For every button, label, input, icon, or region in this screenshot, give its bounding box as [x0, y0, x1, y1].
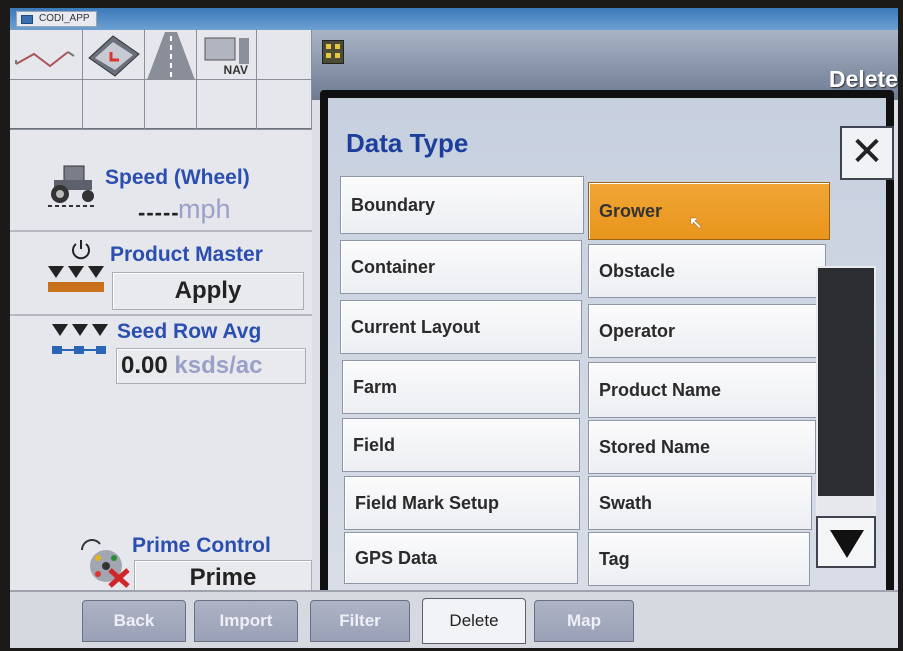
section-divider [10, 314, 312, 316]
monitor-tool-button[interactable] [83, 30, 145, 80]
apply-button[interactable]: Apply [112, 272, 304, 310]
seed-row-value-box: 0.00 ksds/ac [116, 348, 306, 384]
data-type-field[interactable]: Field [342, 418, 580, 472]
boundary-icon [15, 51, 75, 68]
data-type-dialog: Data Type ✕ Boundary Container Current L… [320, 90, 894, 598]
data-type-product-name[interactable]: Product Name [588, 362, 818, 418]
speed-value: ----- [138, 200, 180, 225]
cursor-icon: ↖ [689, 215, 703, 232]
prime-control-label: Prime Control [132, 534, 271, 557]
empty-tool-slot[interactable] [10, 80, 83, 130]
empty-tool-slot[interactable] [83, 80, 145, 130]
window-icon [21, 15, 33, 24]
seed-row-unit: ksds/ac [174, 352, 263, 379]
data-type-grower-label: Grower [599, 200, 663, 221]
prime-icon [81, 539, 130, 588]
section-divider [10, 230, 312, 232]
close-button[interactable]: ✕ [840, 126, 894, 180]
data-type-farm[interactable]: Farm [342, 360, 580, 414]
data-type-tag[interactable]: Tag [588, 532, 810, 586]
data-type-stored-name[interactable]: Stored Name [588, 420, 816, 474]
tab-delete[interactable]: Delete [422, 598, 526, 644]
road-icon [147, 32, 195, 80]
window-titlebar: CODI_APP [10, 8, 898, 30]
tractor-icon [48, 165, 96, 207]
tab-back[interactable]: Back [82, 600, 186, 642]
data-type-obstacle[interactable]: Obstacle [588, 244, 826, 298]
dialog-body: Data Type ✕ Boundary Container Current L… [328, 98, 894, 590]
app-title: CODI_APP [39, 13, 90, 24]
empty-tool-slot[interactable] [197, 80, 257, 130]
scrollbar-gap [818, 496, 874, 516]
seed-row-label: Seed Row Avg [117, 320, 262, 343]
empty-tool-slot[interactable] [145, 80, 197, 130]
data-type-container[interactable]: Container [340, 240, 582, 294]
seed-meter-icon [48, 266, 104, 292]
tab-filter[interactable]: Filter [310, 600, 410, 642]
empty-tool-slot[interactable] [257, 80, 312, 130]
product-master-label: Product Master [110, 243, 263, 266]
nav-tool-button[interactable]: NAV [197, 30, 257, 80]
scroll-down-icon [830, 530, 864, 558]
data-type-grower[interactable]: Grower ↖ [588, 182, 830, 240]
app-title-tab: CODI_APP [16, 11, 97, 27]
data-type-current-layout[interactable]: Current Layout [340, 300, 582, 354]
tool-grid: NAV [10, 30, 312, 130]
page-icon [322, 40, 344, 64]
scroll-down-button[interactable] [816, 516, 876, 568]
data-type-field-mark-setup[interactable]: Field Mark Setup [344, 476, 580, 530]
tab-map[interactable]: Map [534, 600, 634, 642]
nav-label: NAV [223, 63, 248, 77]
left-status-panel: NAV Speed (Wheel) ----- mph Product Mast… [10, 30, 312, 596]
seed-row-value: 0.00 [121, 352, 168, 379]
display-icon [88, 35, 140, 77]
empty-tool-slot[interactable] [257, 30, 312, 80]
data-type-swath[interactable]: Swath [588, 476, 812, 530]
row-unit-icon [52, 324, 108, 354]
page-title: Delete [828, 66, 898, 92]
bottom-tab-bar: Back Import Filter Delete Map [10, 590, 898, 648]
device-screen: CODI_APP NAV Speed (Wheel) ----- mph Pro… [10, 8, 898, 648]
speed-unit: mph [178, 194, 231, 224]
guidance-tool-button[interactable] [145, 30, 197, 80]
speed-label: Speed (Wheel) [105, 166, 250, 189]
power-icon [72, 240, 90, 260]
data-type-boundary[interactable]: Boundary [340, 176, 584, 234]
dialog-title: Data Type [346, 128, 469, 158]
boundary-tool-button[interactable] [10, 30, 83, 80]
data-type-operator[interactable]: Operator [588, 304, 822, 358]
data-type-gps-data[interactable]: GPS Data [344, 532, 578, 584]
tab-import[interactable]: Import [194, 600, 298, 642]
close-icon: ✕ [850, 130, 884, 174]
